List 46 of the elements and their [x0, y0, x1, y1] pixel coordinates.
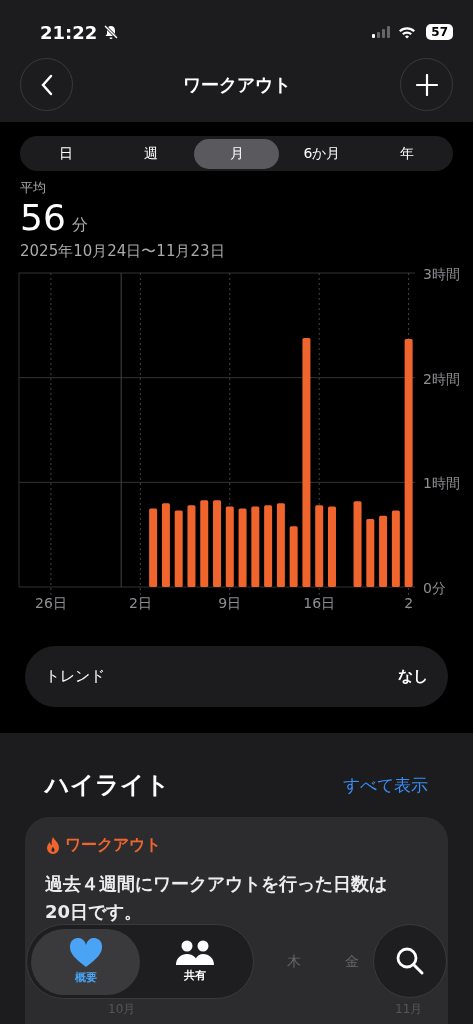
y-axis-label: 0分 — [423, 580, 446, 596]
chart-bar — [379, 515, 388, 587]
trend-value: なし — [398, 667, 428, 686]
y-axis-label: 3時間 — [423, 266, 460, 282]
period-tab[interactable]: 日 — [23, 138, 109, 169]
weekday-label: 金 — [345, 953, 359, 971]
nav-title: ワークアウト — [182, 72, 291, 97]
back-icon — [39, 73, 54, 96]
average-value: 56 — [20, 197, 66, 238]
show-all-link[interactable]: すべて表示 — [343, 773, 428, 797]
card-category: ワークアウト — [65, 835, 161, 856]
y-axis-label: 2時間 — [423, 370, 460, 387]
y-axis-label: 1時間 — [423, 475, 460, 492]
muted-bell-icon — [103, 24, 120, 40]
summary-label: 平均 — [20, 179, 47, 197]
x-axis-label: 16日 — [303, 595, 336, 610]
battery-level: 57 — [426, 24, 453, 40]
period-tab[interactable]: 6か月 — [279, 138, 365, 169]
status-time: 21:22 — [40, 21, 98, 43]
plus-icon — [415, 73, 438, 96]
highlight-text: 過去４週間にワークアウトを行った日数は20日です。 — [45, 872, 388, 924]
tab-item[interactable]: 概要 — [31, 928, 140, 995]
trend-label: トレンド — [45, 667, 105, 686]
flame-icon — [45, 836, 61, 855]
period-tab[interactable]: 月 — [193, 138, 280, 169]
search-icon — [395, 946, 425, 976]
chart-bar — [366, 518, 375, 587]
add-button[interactable] — [400, 58, 453, 111]
x-axis-label: 2日 — [128, 595, 152, 610]
period-tab[interactable]: 週 — [108, 138, 194, 169]
heart-icon — [68, 938, 103, 968]
x-axis-label: 26日 — [35, 595, 67, 610]
wifi-icon — [398, 25, 417, 39]
people-icon — [174, 940, 215, 966]
x-axis-label: 2 — [404, 595, 414, 610]
chart-bar — [289, 526, 298, 587]
tab-item[interactable]: 共有 — [140, 928, 249, 995]
trend-row[interactable]: トレンド なし — [25, 646, 448, 707]
back-button[interactable] — [20, 58, 73, 111]
period-tab[interactable]: 年 — [364, 138, 451, 169]
x-axis-label: 9日 — [218, 595, 242, 610]
date-range: 2025年10月24日〜11月23日 — [20, 242, 226, 261]
average-unit: 分 — [71, 215, 88, 236]
weekday-label: 木 — [287, 953, 301, 971]
signal-icon — [372, 26, 393, 38]
section-title: ハイライト — [45, 770, 170, 801]
